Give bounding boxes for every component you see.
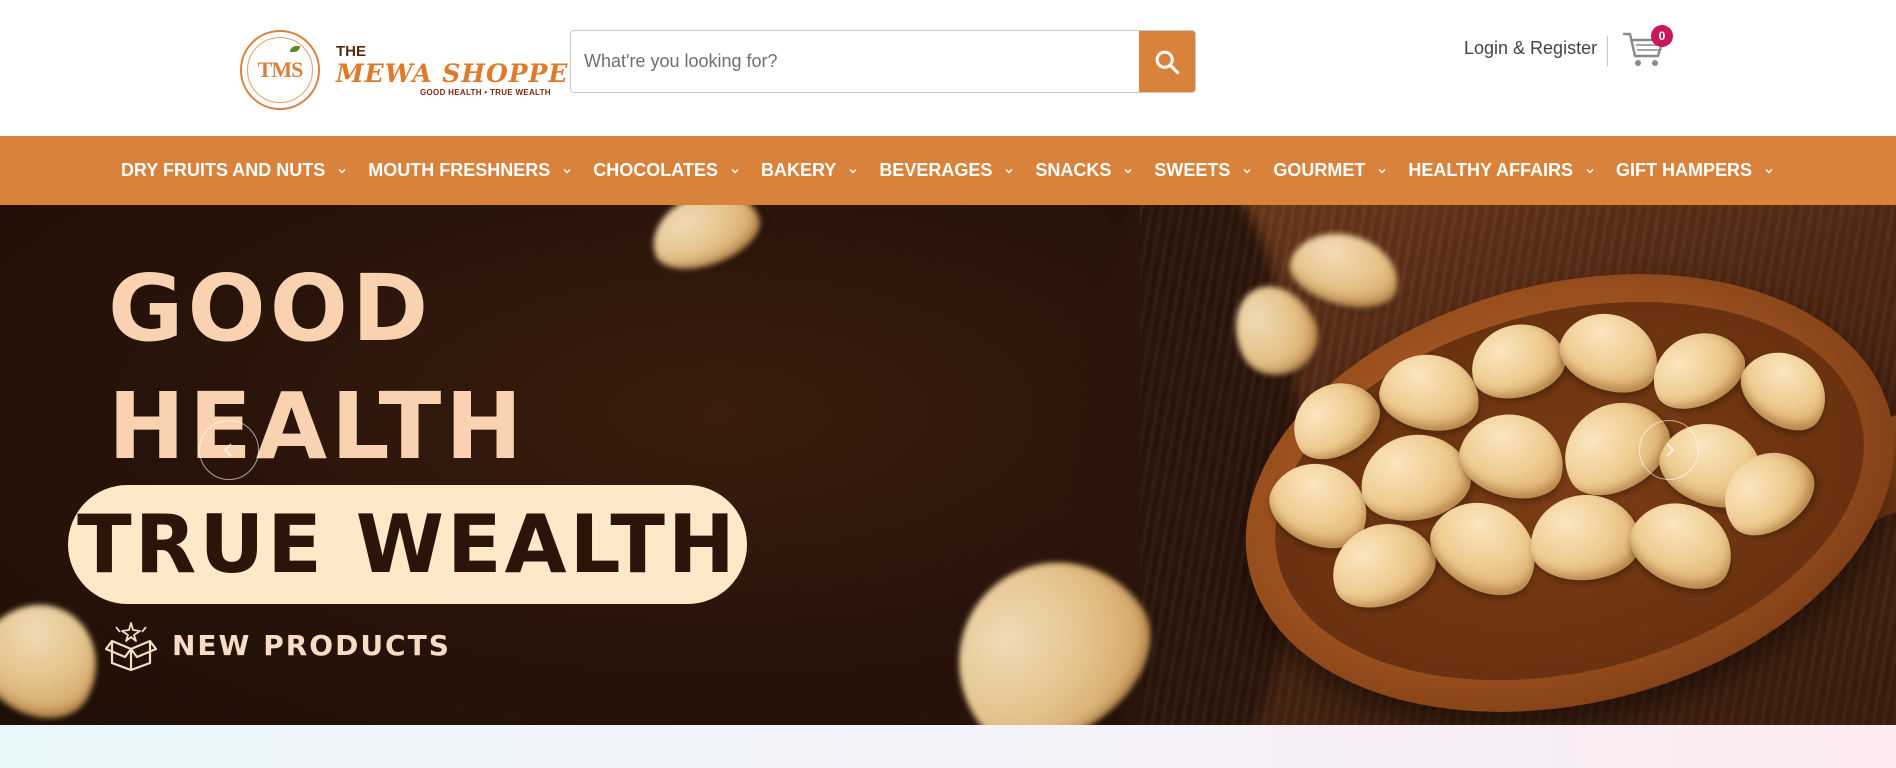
brand-logo[interactable]: TMS THE MEWA SHOPPE GOOD HEALTH • TRUE W… xyxy=(240,30,568,110)
new-products-label: NEW PRODUCTS xyxy=(172,628,451,662)
search-input[interactable] xyxy=(571,31,1139,92)
nav-item-label: BAKERY xyxy=(760,160,837,180)
chevron-left-icon xyxy=(223,443,232,457)
nav-item-gourmet[interactable]: GOURMET xyxy=(1273,160,1388,181)
nav-item-label: GIFT HAMPERS xyxy=(1616,160,1753,180)
chevron-down-icon xyxy=(1005,168,1013,174)
chevron-down-icon xyxy=(1765,168,1773,174)
chevron-down-icon xyxy=(1124,168,1132,174)
chevron-down-icon xyxy=(1586,168,1594,174)
hero-tagline: TRUE WEALTH xyxy=(77,498,738,591)
next-section-strip xyxy=(0,725,1896,768)
hero-banner[interactable]: GOOD HEALTH TRUE WEALTH NEW PRODUCTS xyxy=(0,205,1896,725)
nav-item-label: SWEETS xyxy=(1154,160,1231,180)
search-button[interactable] xyxy=(1139,31,1195,92)
site-header: TMS THE MEWA SHOPPE GOOD HEALTH • TRUE W… xyxy=(0,0,1896,136)
chevron-right-icon xyxy=(1666,443,1675,457)
carousel-prev-button[interactable] xyxy=(199,420,259,480)
nav-item-label: HEALTHY AFFAIRS xyxy=(1408,160,1574,180)
hero-tagline-pill: TRUE WEALTH xyxy=(68,485,747,604)
chevron-down-icon xyxy=(563,168,571,174)
chevron-down-icon xyxy=(338,168,346,174)
search-icon xyxy=(1155,50,1180,74)
hero-headline-line1: GOOD xyxy=(108,255,433,362)
nav-item-label: GOURMET xyxy=(1273,160,1366,180)
nav-item-snacks[interactable]: SNACKS xyxy=(1035,160,1134,181)
nav-item-label: CHOCOLATES xyxy=(593,160,718,180)
nav-item-mouth-freshners[interactable]: MOUTH FRESHNERS xyxy=(368,160,573,181)
chevron-down-icon xyxy=(1378,168,1386,174)
nav-item-healthy-affairs[interactable]: HEALTHY AFFAIRS xyxy=(1408,160,1596,181)
chevron-down-icon xyxy=(849,168,857,174)
nav-item-label: DRY FRUITS AND NUTS xyxy=(120,160,326,180)
chevron-down-icon xyxy=(731,168,739,174)
logo-name: MEWA SHOPPE xyxy=(336,58,569,88)
logo-seal-text: TMS xyxy=(257,57,304,82)
logo-wordmark: THE MEWA SHOPPE GOOD HEALTH • TRUE WEALT… xyxy=(336,44,568,97)
cart-button[interactable]: 0 xyxy=(1622,25,1673,70)
nav-item-gift-hampers[interactable]: GIFT HAMPERS xyxy=(1616,160,1775,181)
hero-headline-line2: HEALTH xyxy=(108,373,527,480)
nav-item-label: MOUTH FRESHNERS xyxy=(368,160,551,180)
logo-tagline: GOOD HEALTH • TRUE WEALTH xyxy=(420,87,551,97)
logo-the: THE xyxy=(336,42,366,60)
nav-item-beverages[interactable]: BEVERAGES xyxy=(879,160,1015,181)
search-bar xyxy=(570,30,1196,93)
nav-item-dry-fruits-and-nuts[interactable]: DRY FRUITS AND NUTS xyxy=(121,160,348,181)
cart-count-badge: 0 xyxy=(1651,25,1673,47)
login-register-link[interactable]: Login & Register xyxy=(1464,38,1597,59)
nav-item-chocolates[interactable]: CHOCOLATES xyxy=(593,160,741,181)
gift-box-icon xyxy=(104,622,158,671)
logo-seal: TMS xyxy=(240,30,320,110)
nav-item-label: SNACKS xyxy=(1035,160,1112,180)
nav-item-bakery[interactable]: BAKERY xyxy=(761,160,859,181)
leaf-icon xyxy=(290,46,300,52)
header-divider xyxy=(1607,36,1608,66)
nav-item-sweets[interactable]: SWEETS xyxy=(1154,160,1253,181)
nav-item-label: BEVERAGES xyxy=(879,160,993,180)
carousel-next-button[interactable] xyxy=(1639,420,1699,480)
new-products-link[interactable]: NEW PRODUCTS xyxy=(104,619,451,671)
main-nav: DRY FRUITS AND NUTS MOUTH FRESHNERS CHOC… xyxy=(0,136,1896,205)
chevron-down-icon xyxy=(1243,168,1251,174)
